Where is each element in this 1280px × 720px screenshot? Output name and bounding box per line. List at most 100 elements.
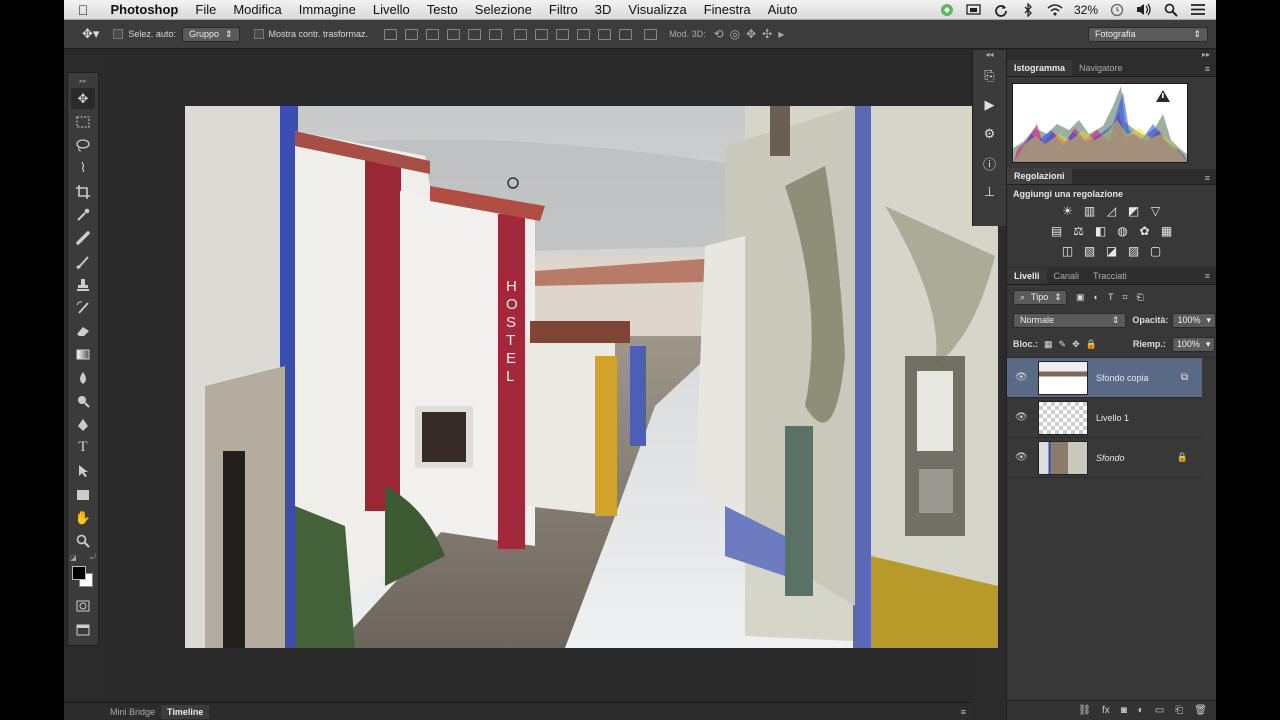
document-canvas-area[interactable]: HOSTEL <box>104 50 998 700</box>
layer-row-sfondo-copia[interactable]: 👁 Sfondo copia ⧉ <box>1007 358 1202 398</box>
tab-layers[interactable]: Livelli <box>1007 268 1047 284</box>
hue-saturation-icon[interactable]: ▤ <box>1049 223 1065 239</box>
layer-kind-filter[interactable]: ⌕ Tipo ⇕ <box>1013 289 1067 305</box>
clone-source-panel-icon[interactable]: ⊥ <box>978 181 1002 203</box>
gradient-tool-icon[interactable] <box>71 344 95 365</box>
auto-select-checkbox-group[interactable]: Selez. auto: <box>113 29 176 39</box>
brightness-contrast-icon[interactable]: ☀ <box>1060 203 1076 219</box>
color-swap-controls[interactable]: ◪ ⤾ <box>70 554 96 564</box>
filter-pixel-icon[interactable]: ▣ <box>1076 292 1085 303</box>
menu-testo[interactable]: Testo <box>418 2 466 17</box>
rectangle-tool-icon[interactable] <box>71 484 95 505</box>
threshold-icon[interactable]: ◪ <box>1104 243 1120 259</box>
eraser-tool-icon[interactable] <box>71 321 95 342</box>
pen-tool-icon[interactable] <box>71 414 95 435</box>
align-vcenter-icon[interactable] <box>405 28 419 40</box>
gradient-map-icon[interactable]: ▨ <box>1126 243 1142 259</box>
filter-type-icon[interactable]: T <box>1108 292 1114 302</box>
foreground-color-swatch[interactable] <box>72 565 86 580</box>
healing-brush-tool-icon[interactable] <box>71 228 95 249</box>
panel-menu-icon[interactable]: ≡ <box>961 707 966 717</box>
distribute-left-icon[interactable] <box>577 28 591 40</box>
panel-menu-icon[interactable]: ≡ <box>1205 271 1210 281</box>
color-balance-icon[interactable]: ⚖ <box>1071 223 1087 239</box>
show-transform-group[interactable]: Mostra contr. trasformaz. <box>253 29 368 39</box>
menu-immagine[interactable]: Immagine <box>290 2 364 17</box>
tab-adjustments[interactable]: Regolazioni <box>1007 168 1072 184</box>
move-tool-preset-icon[interactable]: ✥▾ <box>82 26 99 42</box>
filter-smart-object-icon[interactable]: ⎗ <box>1137 292 1144 303</box>
visibility-eye-icon[interactable]: 👁 <box>1015 372 1028 383</box>
blend-mode-dropdown[interactable]: Normale ⇕ <box>1013 312 1127 328</box>
align-bottom-icon[interactable] <box>426 28 440 40</box>
auto-select-checkbox[interactable] <box>113 29 124 39</box>
distribute-vcenter-icon[interactable] <box>535 28 549 40</box>
screen-mode-icon[interactable] <box>71 619 95 640</box>
marquee-tool-icon[interactable] <box>71 111 95 132</box>
default-colors-icon[interactable]: ◪ <box>70 554 77 564</box>
new-layer-icon[interactable]: ⎗ <box>1175 705 1183 716</box>
link-layers-icon[interactable]: ⛓ <box>1078 705 1091 716</box>
photo-filter-icon[interactable]: ◍ <box>1115 223 1131 239</box>
menu-aiuto[interactable]: Aiuto <box>759 2 806 17</box>
move-tool-icon[interactable]: ✥ <box>71 88 95 109</box>
panel-menu-icon[interactable]: ≡ <box>1205 64 1210 74</box>
align-hcenter-icon[interactable] <box>468 28 482 40</box>
lasso-tool-icon[interactable] <box>71 135 95 156</box>
spotlight-search-icon[interactable] <box>1163 3 1179 17</box>
apple-menu-icon[interactable]:  <box>64 2 102 18</box>
brush-tool-icon[interactable] <box>71 251 95 272</box>
screen-share-icon[interactable] <box>966 3 982 17</box>
visibility-eye-icon[interactable]: 👁 <box>1015 412 1028 423</box>
type-tool-icon[interactable]: T <box>71 437 95 458</box>
layer-row-sfondo[interactable]: 👁 Sfondo 🔒 <box>1007 438 1202 478</box>
wifi-icon[interactable] <box>1047 3 1063 17</box>
lock-transparent-icon[interactable]: ▦ <box>1044 339 1053 350</box>
brush-panel-icon[interactable]: ⚙ <box>978 123 1002 145</box>
show-transform-checkbox[interactable] <box>253 29 264 39</box>
bluetooth-icon[interactable] <box>1020 2 1036 17</box>
menu-3d[interactable]: 3D <box>586 2 620 17</box>
distribute-bottom-icon[interactable] <box>556 28 570 40</box>
add-mask-icon[interactable]: ◙ <box>1121 705 1127 716</box>
align-right-icon[interactable] <box>489 28 503 40</box>
quick-mask-icon[interactable] <box>71 596 95 617</box>
invert-icon[interactable]: ◫ <box>1060 243 1076 259</box>
evernote-icon[interactable] <box>939 3 955 17</box>
distribute-right-icon[interactable] <box>619 28 633 40</box>
quick-selection-tool-icon[interactable]: ⌇ <box>71 158 95 179</box>
tab-navigator[interactable]: Navigatore <box>1072 60 1130 76</box>
filter-adjustment-icon[interactable]: ◐ <box>1094 292 1099 302</box>
menu-finestra[interactable]: Finestra <box>695 2 759 17</box>
lock-pixels-icon[interactable]: ✎ <box>1059 339 1067 350</box>
history-brush-tool-icon[interactable] <box>71 298 95 319</box>
sync-icon[interactable] <box>993 3 1009 17</box>
menu-file[interactable]: File <box>187 2 225 17</box>
align-left-icon[interactable] <box>447 28 461 40</box>
layer-row-livello-1[interactable]: 👁 Livello 1 <box>1007 398 1202 438</box>
document-image[interactable]: HOSTEL <box>185 106 998 648</box>
curves-icon[interactable]: ◿ <box>1104 203 1120 219</box>
strip-collapse-icon[interactable]: ◂◂ <box>973 50 1006 59</box>
crop-tool-icon[interactable] <box>71 181 95 202</box>
vibrance-icon[interactable]: ▽ <box>1148 203 1164 219</box>
channel-mixer-icon[interactable]: ✿ <box>1137 223 1153 239</box>
filter-shape-icon[interactable]: ⌗ <box>1122 292 1127 303</box>
posterize-icon[interactable]: ▧ <box>1082 243 1098 259</box>
menu-selezione[interactable]: Selezione <box>466 2 540 17</box>
exposure-icon[interactable]: ◩ <box>1126 203 1142 219</box>
zoom-tool-icon[interactable] <box>71 531 95 552</box>
new-group-icon[interactable]: ▭ <box>1155 705 1164 716</box>
panels-collapse-icon[interactable]: ▸▸ <box>1007 50 1216 60</box>
visibility-eye-icon[interactable]: 👁 <box>1015 452 1028 463</box>
mode-3d-icons[interactable]: ⟲◎✥✣▸ <box>714 27 791 41</box>
menu-filtro[interactable]: Filtro <box>540 2 586 17</box>
actions-panel-icon[interactable]: ▶ <box>978 94 1002 116</box>
fill-field[interactable]: 100% ▾ <box>1171 336 1216 352</box>
black-white-icon[interactable]: ◧ <box>1093 223 1109 239</box>
dodge-tool-icon[interactable] <box>71 391 95 412</box>
path-selection-tool-icon[interactable] <box>71 461 95 482</box>
info-panel-icon[interactable]: ⓘ <box>978 152 1002 174</box>
volume-icon[interactable] <box>1136 3 1152 17</box>
tab-histogram[interactable]: Istogramma <box>1007 60 1073 76</box>
